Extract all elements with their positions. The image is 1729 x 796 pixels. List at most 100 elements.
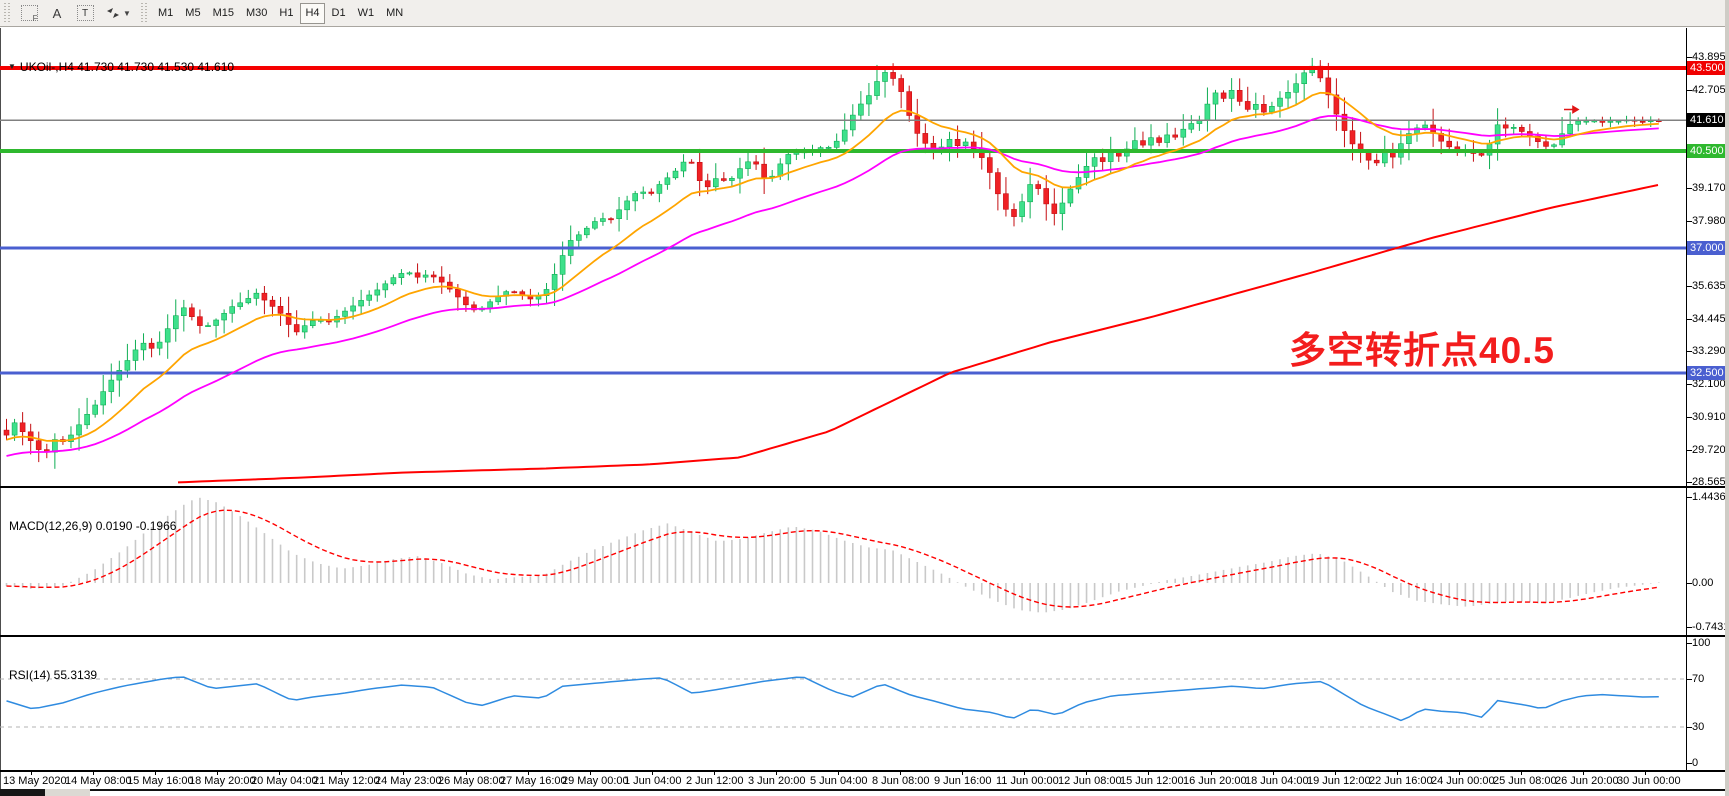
time-label: 11 Jun 00:00 xyxy=(996,775,1059,787)
double-arrow-icon xyxy=(105,6,121,20)
timeframe-button-d1[interactable]: D1 xyxy=(327,3,351,24)
window-right-edge xyxy=(1725,0,1729,796)
time-tick-mark xyxy=(1148,771,1149,775)
time-label: 21 May 12:00 xyxy=(313,775,380,787)
scale-tick-mark xyxy=(1687,763,1692,764)
price-tick-42.705: 42.705 xyxy=(1692,84,1726,96)
timeframe-button-h4[interactable]: H4 xyxy=(300,3,324,24)
time-label: 26 Jun 20:00 xyxy=(1555,775,1619,787)
scale-tick-mark xyxy=(1687,417,1692,418)
chart-annotation-text: 多空转折点40.5 xyxy=(1289,320,1555,374)
macd-indicator-label: MACD(12,26,9) 0.0190 -0.1966 xyxy=(9,519,176,533)
scale-tick-mark xyxy=(1687,679,1692,680)
time-label: 14 May 08:00 xyxy=(65,775,132,787)
text-box-icon[interactable]: T xyxy=(72,2,98,25)
time-tick-mark xyxy=(403,771,404,775)
time-label: 20 May 04:00 xyxy=(251,775,318,787)
timeframe-button-w1[interactable]: W1 xyxy=(353,3,380,24)
scale-tick-mark xyxy=(1687,57,1692,58)
timeframe-button-m1[interactable]: M1 xyxy=(153,3,178,24)
window-bottom-border xyxy=(90,789,1729,791)
timeframe-button-m30[interactable]: M30 xyxy=(241,3,272,24)
arrow-objects-icon[interactable]: ▼ xyxy=(100,2,136,25)
text-label-icon[interactable]: A xyxy=(44,2,70,25)
time-tick-mark xyxy=(279,771,280,775)
timeframe-button-mn[interactable]: MN xyxy=(381,3,408,24)
scale-tick-mark xyxy=(1687,351,1692,352)
time-label: 15 May 16:00 xyxy=(127,775,194,787)
main-macd-divider[interactable] xyxy=(0,486,1729,488)
scale-tick-mark xyxy=(1687,627,1692,628)
price-tick-33.29: 33.290 xyxy=(1692,345,1726,357)
chart-menu-arrow-icon[interactable]: ▼ xyxy=(8,62,16,71)
time-tick-mark xyxy=(962,771,963,775)
time-label: 15 Jun 12:00 xyxy=(1120,775,1184,787)
time-tick-mark xyxy=(217,771,218,775)
time-label: 5 Jun 04:00 xyxy=(810,775,868,787)
window-bottom-edge-dark xyxy=(0,789,45,796)
time-label: 12 Jun 08:00 xyxy=(1058,775,1122,787)
sell-arrow-marker xyxy=(1564,107,1578,113)
macd-signal-line xyxy=(7,510,1659,607)
price-tick-39.17: 39.170 xyxy=(1692,182,1726,194)
rsi-tick-70: 70 xyxy=(1692,673,1704,685)
time-label: 18 Jun 04:00 xyxy=(1245,775,1309,787)
timeframe-button-group: M1M5M15M30H1H4D1W1MN xyxy=(152,3,409,24)
time-tick-mark xyxy=(652,771,653,775)
timeframe-button-m15[interactable]: M15 xyxy=(208,3,239,24)
price-tick-37.98: 37.980 xyxy=(1692,215,1726,227)
macd-tick--0.7431: -0.7431 xyxy=(1692,621,1729,633)
time-tick-mark xyxy=(1397,771,1398,775)
timeframe-button-h1[interactable]: H1 xyxy=(274,3,298,24)
time-tick-mark xyxy=(1459,771,1460,775)
time-tick-mark xyxy=(776,771,777,775)
price-badge-37_000: 37.000 xyxy=(1687,241,1729,255)
price-badge-40_500: 40.500 xyxy=(1687,144,1729,158)
toolbar-grip[interactable] xyxy=(4,3,11,23)
time-tick-mark xyxy=(155,771,156,775)
time-tick-mark xyxy=(714,771,715,775)
ma-medium-line xyxy=(7,116,1659,456)
rsi-tick-100: 100 xyxy=(1692,637,1710,649)
time-label: 24 May 23:00 xyxy=(375,775,442,787)
time-label: 30 Jun 00:00 xyxy=(1617,775,1681,787)
time-label: 25 Jun 08:00 xyxy=(1493,775,1557,787)
chart-title-text: UKOil-,H4 41.730 41.730 41.530 41.610 xyxy=(20,60,234,74)
price-tick-34.445: 34.445 xyxy=(1692,313,1726,325)
time-tick-mark xyxy=(341,771,342,775)
scale-tick-mark xyxy=(1687,583,1692,584)
chart-canvas[interactable] xyxy=(0,28,1686,771)
rsi-line xyxy=(7,677,1659,720)
chart-title: ▼ UKOil-,H4 41.730 41.730 41.530 41.610 xyxy=(8,60,234,74)
scale-tick-mark xyxy=(1687,643,1692,644)
scale-tick-mark xyxy=(1687,384,1692,385)
snap-grid-icon[interactable]: F xyxy=(16,2,42,25)
time-axis-border xyxy=(0,770,1729,772)
time-tick-mark xyxy=(466,771,467,775)
scale-tick-mark xyxy=(1687,727,1692,728)
time-label: 8 Jun 08:00 xyxy=(872,775,930,787)
time-label: 26 May 08:00 xyxy=(438,775,505,787)
time-tick-mark xyxy=(900,771,901,775)
time-tick-mark xyxy=(1086,771,1087,775)
ma-fast-line xyxy=(7,93,1659,441)
scale-tick-mark xyxy=(1687,319,1692,320)
scale-tick-mark xyxy=(1687,482,1692,483)
time-label: 29 May 00:00 xyxy=(562,775,629,787)
time-tick-mark xyxy=(1024,771,1025,775)
price-badge-43_500: 43.500 xyxy=(1687,61,1729,75)
price-tick-30.91: 30.910 xyxy=(1692,411,1726,423)
rsi-tick-0: 0 xyxy=(1692,757,1698,769)
time-label: 22 Jun 16:00 xyxy=(1369,775,1433,787)
time-label: 19 Jun 12:00 xyxy=(1307,775,1371,787)
time-label: 2 Jun 12:00 xyxy=(686,775,744,787)
timeframe-button-m5[interactable]: M5 xyxy=(180,3,205,24)
time-label: 27 May 16:00 xyxy=(500,775,567,787)
time-label: 16 Jun 20:00 xyxy=(1183,775,1247,787)
macd-rsi-divider[interactable] xyxy=(0,635,1729,637)
scale-tick-mark xyxy=(1687,450,1692,451)
toolbar-grip-2[interactable] xyxy=(141,3,148,23)
time-tick-mark xyxy=(31,771,32,775)
price-tick-29.72: 29.720 xyxy=(1692,444,1726,456)
time-tick-mark xyxy=(1583,771,1584,775)
